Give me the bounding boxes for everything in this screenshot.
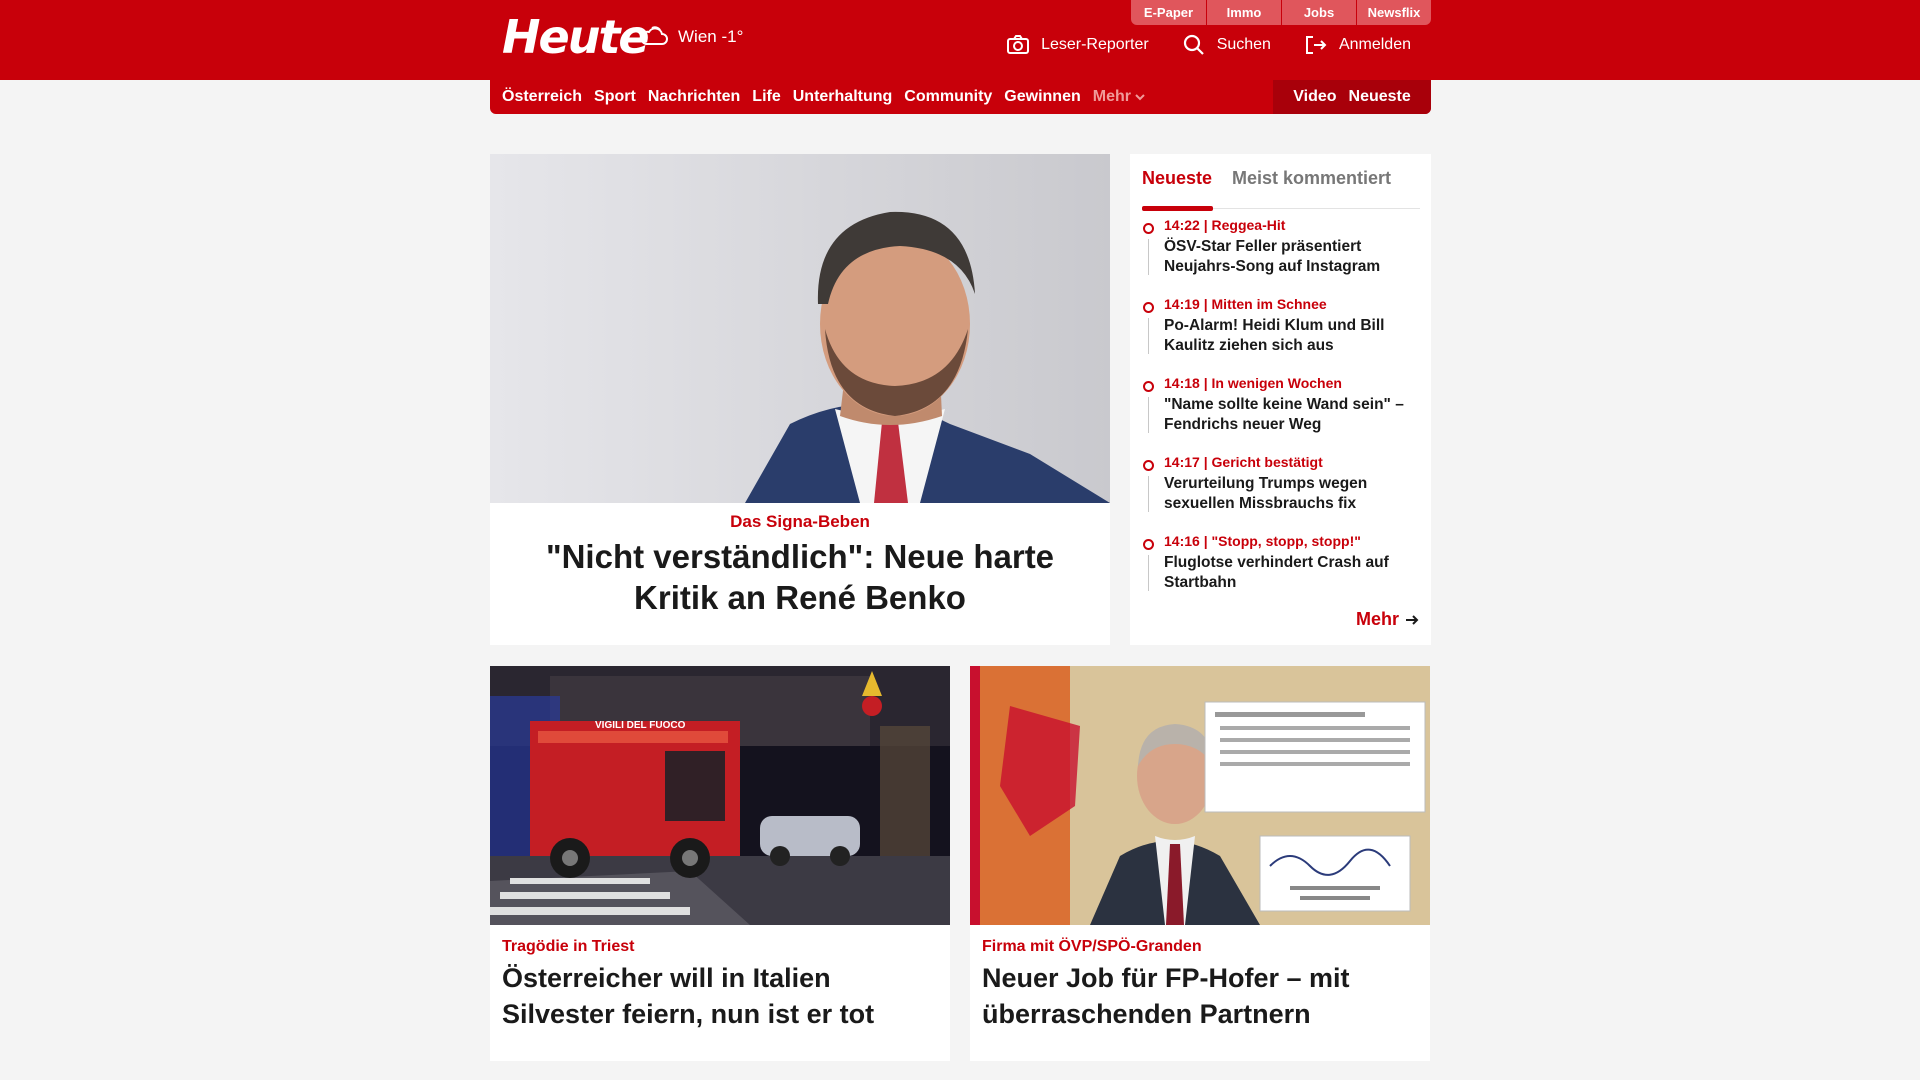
ticker-topic: Mitten im Schnee — [1211, 296, 1327, 312]
hero-image[interactable] — [490, 154, 1110, 503]
search-label: Suchen — [1216, 36, 1271, 53]
timeline-dot-icon — [1143, 223, 1154, 234]
timeline-line — [1148, 476, 1149, 512]
ticker-meta: 14:17 | Gericht bestätigt — [1164, 454, 1323, 470]
top-tab-epaper[interactable]: E-Paper — [1131, 0, 1206, 25]
ticker-title[interactable]: Verurteilung Trumps wegen sexuellen Miss… — [1164, 474, 1422, 514]
ticker-time: 14:16 — [1164, 533, 1200, 549]
timeline-line — [1148, 555, 1149, 591]
nav-item-community[interactable]: Community — [904, 88, 992, 106]
ticker-meta: 14:18 | In wenigen Wochen — [1164, 375, 1342, 391]
nav-item-life[interactable]: Life — [752, 88, 780, 106]
nav-items: Österreich Sport Nachrichten Life Unterh… — [502, 80, 1145, 114]
ticker-title[interactable]: ÖSV-Star Feller präsentiert Neujahrs-Son… — [1164, 237, 1422, 277]
weather-text: Wien -1° — [678, 27, 744, 46]
timeline-line — [1148, 239, 1149, 275]
camera-icon — [1007, 35, 1030, 54]
nav-more-dropdown[interactable]: Mehr — [1093, 88, 1145, 106]
timeline-line — [1148, 318, 1149, 354]
ticker-item[interactable]: 14:18 | In wenigen Wochen "Name sollte k… — [1142, 374, 1422, 453]
sidebar-tabs: Neueste Meist kommentiert — [1142, 164, 1420, 211]
ticker-title[interactable]: Po-Alarm! Heidi Klum und Bill Kaulitz zi… — [1164, 316, 1422, 356]
leser-reporter-button[interactable]: Leser-Reporter — [1007, 34, 1149, 56]
header-actions: Leser-Reporter Suchen Anmelden — [1007, 34, 1411, 56]
ticker-title[interactable]: "Name sollte keine Wand sein" – Fendrich… — [1164, 395, 1422, 435]
leser-reporter-label: Leser-Reporter — [1041, 36, 1149, 53]
card-title[interactable]: Österreicher will in Italien Silvester f… — [502, 960, 938, 1032]
ticker-time: 14:17 — [1164, 454, 1200, 470]
top-tab-jobs[interactable]: Jobs — [1281, 0, 1356, 25]
ticker-title[interactable]: Fluglotse verhindert Crash auf Startbahn — [1164, 553, 1422, 593]
ticker-time: 14:19 — [1164, 296, 1200, 312]
ticker-topic: Gericht bestätigt — [1211, 454, 1323, 470]
ticker-topic: In wenigen Wochen — [1211, 375, 1342, 391]
ticker-item[interactable]: 14:22 | Reggea-Hit ÖSV-Star Feller präse… — [1142, 216, 1422, 295]
card-kicker: Firma mit ÖVP/SPÖ-Granden — [982, 938, 1202, 955]
ticker-meta: 14:16 | "Stopp, stopp, stopp!" — [1164, 533, 1361, 549]
ticker-item[interactable]: 14:19 | Mitten im Schnee Po-Alarm! Heidi… — [1142, 295, 1422, 374]
ticker-topic: Reggea-Hit — [1211, 217, 1286, 233]
timeline-dot-icon — [1143, 539, 1154, 550]
nav-more-label: Mehr — [1092, 88, 1131, 105]
search-button[interactable]: Suchen — [1183, 34, 1271, 56]
truck-label: VIGILI DEL FUOCO — [595, 720, 686, 731]
arrow-right-icon — [1406, 614, 1419, 625]
article-card[interactable]: Firma mit ÖVP/SPÖ-Granden Neuer Job für … — [970, 666, 1430, 1061]
hofer-illustration — [970, 666, 1430, 925]
tab-neueste[interactable]: Neueste — [1142, 168, 1212, 189]
top-tab-immo[interactable]: Immo — [1206, 0, 1281, 25]
nav-item-video[interactable]: Video — [1293, 88, 1336, 106]
chevron-down-icon — [1135, 94, 1145, 101]
ticker-topic: "Stopp, stopp, stopp!" — [1211, 533, 1361, 549]
nav-item-unterhaltung[interactable]: Unterhaltung — [793, 88, 893, 106]
timeline-dot-icon — [1143, 302, 1154, 313]
hero-kicker: Das Signa-Beben — [730, 512, 870, 531]
portrait-illustration — [490, 154, 1110, 503]
login-label: Anmelden — [1338, 36, 1411, 53]
weather-widget[interactable]: Wien -1° — [638, 24, 743, 50]
timeline-dot-icon — [1143, 381, 1154, 392]
nav-item-neueste[interactable]: Neueste — [1349, 88, 1411, 106]
header-inner: Heute Wien -1° E-Paper Immo Jobs Newsfli… — [490, 0, 1431, 80]
site-header: Heute Wien -1° E-Paper Immo Jobs Newsfli… — [0, 0, 1920, 80]
search-icon — [1183, 34, 1204, 55]
hofer-image[interactable] — [970, 666, 1430, 925]
fire-truck-illustration: VIGILI DEL FUOCO — [490, 666, 950, 925]
article-card[interactable]: VIGILI DEL FUOCO Tragödie in Triest Öste… — [490, 666, 950, 1061]
nav-item-nachrichten[interactable]: Nachrichten — [648, 88, 740, 106]
ticker-item[interactable]: 14:16 | "Stopp, stopp, stopp!" Fluglotse… — [1142, 532, 1422, 611]
nav-item-gewinnen[interactable]: Gewinnen — [1004, 88, 1080, 106]
hero-article[interactable]: Das Signa-Beben "Nicht verständlich": Ne… — [490, 154, 1110, 645]
tab-meist-kommentiert[interactable]: Meist kommentiert — [1232, 168, 1391, 189]
nav-item-oesterreich[interactable]: Österreich — [502, 88, 582, 106]
ticker-meta: 14:19 | Mitten im Schnee — [1164, 296, 1327, 312]
timeline-line — [1148, 397, 1149, 433]
login-button[interactable]: Anmelden — [1305, 34, 1411, 56]
ticker-item[interactable]: 14:17 | Gericht bestätigt Verurteilung T… — [1142, 453, 1422, 532]
main-nav: Österreich Sport Nachrichten Life Unterh… — [490, 80, 1431, 114]
sidebar-more-link[interactable]: Mehr — [1356, 609, 1419, 630]
login-icon — [1305, 36, 1327, 54]
heute-logo[interactable]: Heute — [502, 12, 650, 62]
nav-item-sport[interactable]: Sport — [594, 88, 636, 106]
cloud-sun-icon — [640, 26, 668, 45]
top-tabs: E-Paper Immo Jobs Newsflix — [1131, 0, 1431, 25]
ticker-list: 14:22 | Reggea-Hit ÖSV-Star Feller präse… — [1142, 216, 1422, 611]
nav-right-group: Video Neueste — [1273, 80, 1431, 114]
ticker-time: 14:22 — [1164, 217, 1200, 233]
ticker-meta: 14:22 | Reggea-Hit — [1164, 217, 1286, 233]
sidebar-more-label: Mehr — [1355, 609, 1399, 629]
top-tab-newsflix[interactable]: Newsflix — [1356, 0, 1431, 25]
active-tab-indicator — [1142, 206, 1213, 211]
hero-title[interactable]: "Nicht verständlich": Neue harte Kritik … — [500, 536, 1100, 618]
card-title[interactable]: Neuer Job für FP-Hofer – mit überraschen… — [982, 960, 1418, 1032]
timeline-dot-icon — [1143, 460, 1154, 471]
ticker-time: 14:18 — [1164, 375, 1200, 391]
fire-truck-image[interactable]: VIGILI DEL FUOCO — [490, 666, 950, 925]
news-ticker-sidebar: Neueste Meist kommentiert 14:22 | Reggea… — [1130, 154, 1431, 645]
card-kicker: Tragödie in Triest — [502, 938, 635, 955]
